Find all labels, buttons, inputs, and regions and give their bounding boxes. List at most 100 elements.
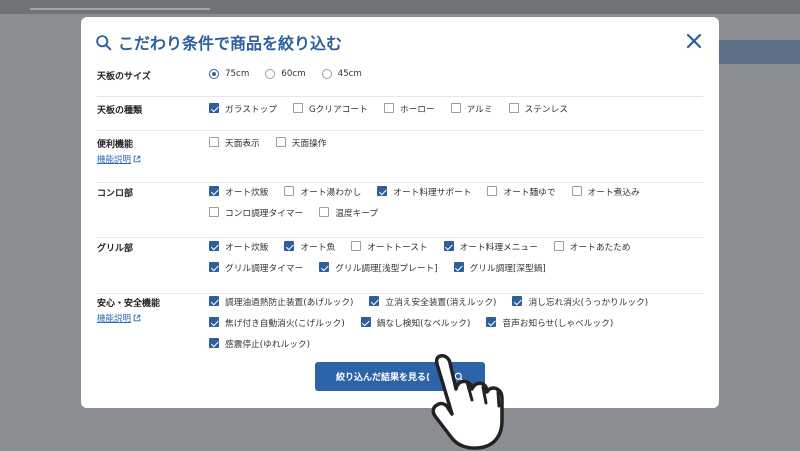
checkbox-indicator	[284, 241, 295, 251]
checkbox-stove-auto-rice[interactable]: オート炊飯	[209, 185, 268, 198]
checkbox-stove-timer[interactable]: コンロ調理タイマー	[209, 206, 303, 219]
checkbox-indicator	[209, 296, 219, 306]
option-label: 消し忘れ消火(うっかりルック)	[528, 297, 649, 308]
option-label: 立消え安全装置(消えルック)	[385, 297, 497, 308]
row-safety: 安心・安全機能 機能説明 調理油過熱防止装置(あげルック) 立消え安全装置(消え…	[97, 296, 703, 356]
checkbox-indicator	[450, 103, 461, 113]
external-link-icon	[133, 155, 141, 163]
background-header	[0, 0, 800, 14]
checkbox-indicator	[319, 207, 330, 217]
checkbox-grill-auto-rice[interactable]: オート炊飯	[209, 240, 268, 253]
checkbox-forgot-off[interactable]: 消し忘れ消火(うっかりルック)	[512, 295, 648, 308]
radio-indicator	[209, 69, 219, 79]
checkbox-indicator	[383, 103, 394, 113]
checkbox-indicator	[209, 103, 219, 113]
radio-size-60[interactable]: 60cm	[265, 69, 306, 79]
link-text: 機能説明	[97, 314, 132, 324]
close-icon	[686, 33, 702, 49]
checkbox-quake-stop[interactable]: 感震停止(ゆれルック)	[209, 337, 310, 350]
checkbox-enamel[interactable]: ホーロー	[383, 102, 435, 115]
modal-title-text: こだわり条件で商品を絞り込む	[118, 34, 343, 53]
checkbox-indicator	[292, 103, 303, 113]
checkbox-stove-auto-cooking-support[interactable]: オート料理サポート	[377, 185, 471, 198]
checkbox-indicator	[209, 186, 219, 196]
search-icon	[96, 34, 112, 50]
radio-size-75[interactable]: 75cm	[209, 69, 249, 79]
checkbox-grill-auto-fish[interactable]: オート魚	[284, 240, 335, 253]
checkbox-grill-auto-reheat[interactable]: オートあたため	[553, 240, 631, 253]
checkbox-burn-auto-off[interactable]: 焦げ付き自動消火(こげルック)	[209, 316, 345, 329]
checkbox-indicator	[486, 317, 497, 327]
option-label: オート料理メニュー	[459, 242, 538, 253]
checkbox-stainless[interactable]: ステンレス	[508, 102, 568, 115]
row-grill: グリル部 オート炊飯 オート魚 オートトースト オート料理メニュー オートあたた…	[97, 241, 703, 294]
close-button[interactable]	[685, 32, 703, 50]
background-breadcrumb	[30, 8, 210, 10]
option-label: オート料理サポート	[393, 187, 472, 198]
checkbox-top-control[interactable]: 天面操作	[275, 136, 327, 149]
checkbox-no-pot-detect[interactable]: 鍋なし検知(なベルック)	[360, 316, 470, 329]
checkbox-oil-overheat[interactable]: 調理油過熱防止装置(あげルック)	[209, 295, 353, 308]
background-button	[718, 40, 800, 64]
checkbox-g-clear-coat[interactable]: Gクリアコート	[292, 102, 368, 115]
row-label-type: 天板の種類	[97, 106, 143, 116]
checkbox-flame-failure[interactable]: 立消え安全装置(消えルック)	[369, 295, 496, 308]
option-label: アルミ	[466, 104, 493, 115]
checkbox-grill-auto-toast[interactable]: オートトースト	[351, 240, 428, 253]
row-type: 天板の種類 ガラストップ Gクリアコート ホーロー アルミ ステンレス	[97, 103, 703, 131]
option-label: 音声お知らせ(しゃべルック)	[502, 318, 614, 329]
option-label: オートトースト	[367, 242, 428, 253]
row-label-size: 天板のサイズ	[97, 72, 151, 82]
feature-description-link[interactable]: 機能説明	[97, 153, 141, 165]
checkbox-stove-temp-keep[interactable]: 温度キープ	[319, 206, 378, 219]
pointer-hand-icon	[431, 354, 504, 450]
modal-title: こだわり条件で商品を絞り込む	[95, 31, 342, 53]
option-label: オート魚	[300, 242, 336, 253]
radio-size-45[interactable]: 45cm	[321, 69, 362, 79]
option-label: 天面操作	[291, 138, 327, 149]
checkbox-grill-shallow-plate[interactable]: グリル調理[浅型プレート]	[319, 261, 438, 274]
row-label-grill: グリル部	[97, 244, 134, 254]
checkbox-indicator	[571, 186, 582, 196]
option-label: 天面表示	[225, 138, 260, 149]
row-label-convenience: 便利機能	[97, 140, 134, 150]
checkbox-indicator	[209, 137, 219, 147]
checkbox-stove-auto-simmer[interactable]: オート煮込み	[571, 185, 640, 198]
row-label-safety: 安心・安全機能	[97, 299, 161, 309]
radio-indicator	[265, 69, 276, 79]
option-label: オート炊飯	[225, 242, 269, 253]
checkbox-stove-auto-boil[interactable]: オート湯わかし	[284, 185, 361, 198]
checkbox-indicator	[351, 241, 362, 251]
option-label: 60cm	[281, 69, 306, 79]
checkbox-indicator	[209, 207, 219, 217]
checkbox-indicator	[209, 338, 219, 348]
checkbox-grill-timer[interactable]: グリル調理タイマー	[209, 261, 303, 274]
option-label: グリル調理[浅型プレート]	[335, 263, 438, 274]
checkbox-indicator	[443, 241, 454, 251]
option-label: オートあたため	[569, 242, 631, 253]
option-label: オート炊飯	[225, 187, 269, 198]
checkbox-indicator	[508, 103, 519, 113]
option-label: ガラストップ	[225, 104, 277, 115]
option-label: コンロ調理タイマー	[225, 208, 304, 219]
option-label: オート湯わかし	[300, 187, 362, 198]
checkbox-voice-notice[interactable]: 音声お知らせ(しゃべルック)	[486, 316, 613, 329]
checkbox-indicator	[369, 296, 380, 306]
checkbox-stove-auto-noodles[interactable]: オート麺ゆで	[487, 185, 556, 198]
checkbox-grill-auto-menu[interactable]: オート料理メニュー	[443, 240, 538, 253]
checkbox-indicator	[553, 241, 564, 251]
row-size: 天板のサイズ 75cm 60cm 45cm	[97, 69, 703, 97]
option-label: 45cm	[337, 69, 362, 79]
checkbox-grill-deep-pot[interactable]: グリル調理[深型鍋]	[453, 261, 546, 274]
checkbox-indicator	[512, 296, 523, 306]
checkbox-top-display[interactable]: 天面表示	[209, 136, 260, 149]
row-label-stove: コンロ部	[97, 189, 134, 199]
option-label: 調理油過熱防止装置(あげルック)	[225, 297, 354, 308]
checkbox-indicator	[360, 317, 371, 327]
checkbox-aluminum[interactable]: アルミ	[450, 102, 493, 115]
option-label: オート麺ゆで	[503, 187, 556, 198]
feature-description-link[interactable]: 機能説明	[97, 312, 141, 324]
checkbox-glass-top[interactable]: ガラストップ	[209, 102, 277, 115]
checkbox-indicator	[209, 262, 219, 272]
checkbox-indicator	[319, 262, 330, 272]
